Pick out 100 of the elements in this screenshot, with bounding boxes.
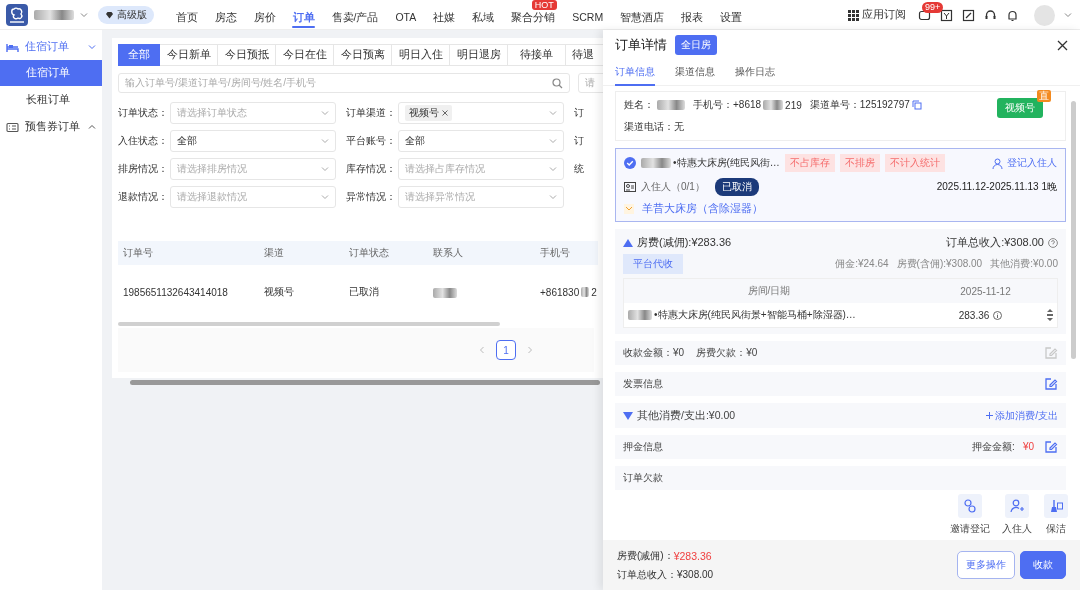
remove-icon[interactable] xyxy=(442,110,448,116)
name-label: 姓名： xyxy=(624,98,654,112)
copy-icon[interactable] xyxy=(911,100,922,110)
amount-text: 房费欠款：¥0 xyxy=(696,346,758,361)
stay-dates: 2025.11.12-2025.11.13 1晚 xyxy=(936,180,1057,194)
menu-item[interactable]: 住宿订单 xyxy=(0,60,102,86)
status-tag: 不计入统计 xyxy=(884,154,945,172)
register-guest-link[interactable]: 登记入住人 xyxy=(992,156,1057,170)
column-header: 订单状态 xyxy=(348,246,390,260)
product-link[interactable]: 羊昔大床房（含除湿器） xyxy=(642,202,763,216)
id-card-icon xyxy=(624,182,636,192)
bell-icon[interactable] xyxy=(1006,8,1019,22)
column-header: 订单号 xyxy=(122,246,154,260)
chevron-down-icon xyxy=(321,137,329,145)
help-icon xyxy=(1048,237,1058,248)
section-title: 订单欠款 xyxy=(623,470,663,485)
column-header: 联系人 xyxy=(432,246,464,260)
spinner-arrows-icon[interactable] xyxy=(1047,308,1053,322)
fee-amount: ¥283.36 xyxy=(673,549,712,562)
column-header: 2025-11-12 xyxy=(959,285,1012,297)
nav-tab[interactable]: 房价 xyxy=(248,10,281,24)
direct-badge: 直 xyxy=(1037,90,1051,102)
nav-tab[interactable]: SCRM xyxy=(566,10,609,24)
drawer-title: 订单详情 xyxy=(615,36,667,54)
plus-icon xyxy=(986,412,994,419)
person-icon xyxy=(992,157,1003,169)
collection-tag: 平台代收 xyxy=(623,254,683,274)
edit-icon[interactable] xyxy=(962,8,975,22)
add-expense-link[interactable]: 添加消费/支出 xyxy=(986,408,1058,423)
filter-label: 订 xyxy=(574,106,584,120)
blurred-block xyxy=(433,287,457,298)
chevron-down-icon xyxy=(549,165,557,173)
tab[interactable]: 渠道信息 xyxy=(675,59,715,86)
check-circle-icon[interactable] xyxy=(624,157,636,169)
menu-group[interactable]: 预售券订单 xyxy=(0,114,102,140)
action-button[interactable]: 邀请登记 xyxy=(950,494,990,540)
nav-tab[interactable]: 聚合分销 xyxy=(505,10,561,24)
select-field[interactable]: 全部 xyxy=(170,130,336,152)
tag-label: 视频号 xyxy=(409,106,439,120)
filter-tab[interactable]: 今日新单 xyxy=(160,44,218,66)
person-add-icon xyxy=(1010,499,1024,513)
guest-count: 入住人（0/1） xyxy=(641,180,705,194)
phone-text: 219 xyxy=(785,99,802,111)
search-icon xyxy=(552,77,563,89)
filter-tab[interactable]: 今日预离 xyxy=(334,44,392,66)
info-icon xyxy=(993,310,1003,320)
nav-tab[interactable]: 报表 xyxy=(675,10,709,24)
fee-title: 房费(减佣):¥283.36 xyxy=(637,235,732,250)
deposit-label: 押金金额: xyxy=(972,439,1015,454)
table-cell: +861830 xyxy=(540,286,580,298)
menu-group[interactable]: 住宿订单 xyxy=(0,34,102,60)
logo-icon xyxy=(6,4,28,26)
grid-icon xyxy=(848,9,859,21)
column-header: 手机号 xyxy=(539,246,571,260)
table-cell: •特惠大床房(纯民风街景+智能马桶+除湿器)… xyxy=(654,308,856,322)
nav-tab[interactable]: 房态 xyxy=(209,10,242,24)
total-income: 订单总收入:¥308.00 xyxy=(946,235,1044,250)
column-header: 房间/日期 xyxy=(746,284,792,298)
page-button[interactable]: 1 xyxy=(496,340,516,360)
nav-tab[interactable]: 设置 xyxy=(714,10,748,24)
filter-label: 入住状态： xyxy=(118,134,169,148)
chevron-down-icon xyxy=(321,193,329,201)
select-field[interactable]: 全部 xyxy=(398,130,564,152)
plan-label: 高级版 xyxy=(117,8,147,22)
table-cell-text: 已取消 xyxy=(348,285,380,299)
nav-tab[interactable]: 智慧酒店 xyxy=(614,10,670,24)
nav-tab[interactable]: 首页 xyxy=(170,10,203,24)
filter-label: 库存情况： xyxy=(346,162,397,176)
triangle-down-icon[interactable] xyxy=(623,411,633,420)
filter-tab[interactable]: 全部 xyxy=(118,44,160,66)
blurred-block xyxy=(763,100,784,110)
close-icon[interactable] xyxy=(1057,39,1068,51)
blurred-block xyxy=(34,10,74,20)
nav-tab[interactable]: OTA xyxy=(389,10,422,24)
filter-tab[interactable]: 今日预抵 xyxy=(218,44,276,66)
filter-tab[interactable]: 明日入住 xyxy=(392,44,450,66)
tab[interactable]: 订单信息 xyxy=(615,59,655,86)
action-button[interactable]: 入住人 xyxy=(1002,494,1032,540)
nav-tab[interactable]: 私域 xyxy=(466,10,500,24)
triangle-up-icon[interactable] xyxy=(623,238,633,247)
tab[interactable]: 操作日志 xyxy=(735,59,775,86)
filter-label: 订单渠道： xyxy=(346,106,397,120)
menu-item[interactable]: 长租订单 xyxy=(0,87,102,113)
phone-text: 手机号：+8618 xyxy=(693,98,762,112)
chevron-down-icon xyxy=(549,193,557,201)
select-field[interactable]: 视频号 xyxy=(398,102,564,124)
filter-tab[interactable]: 明日退房 xyxy=(450,44,508,66)
message-icon[interactable] xyxy=(918,8,931,22)
collect-payment-button[interactable]: 收款 xyxy=(1020,551,1066,579)
filter-tab[interactable]: 待接单 xyxy=(508,44,566,66)
headset-icon[interactable] xyxy=(984,8,997,22)
apps-button[interactable]: 应用订阅 xyxy=(848,8,906,22)
nav-tab[interactable]: 社媒 xyxy=(427,10,461,24)
nav-tab[interactable]: 售卖/产品 xyxy=(326,10,384,24)
chevron-down-icon xyxy=(321,165,329,173)
more-actions-button[interactable]: 更多操作 xyxy=(957,551,1015,579)
filter-tab[interactable]: 今日在住 xyxy=(276,44,334,66)
filter-label: 平台账号： xyxy=(346,134,397,148)
filter-label: 订单状态： xyxy=(118,106,169,120)
table-cell-text: 1985651132643414018 xyxy=(122,286,229,298)
